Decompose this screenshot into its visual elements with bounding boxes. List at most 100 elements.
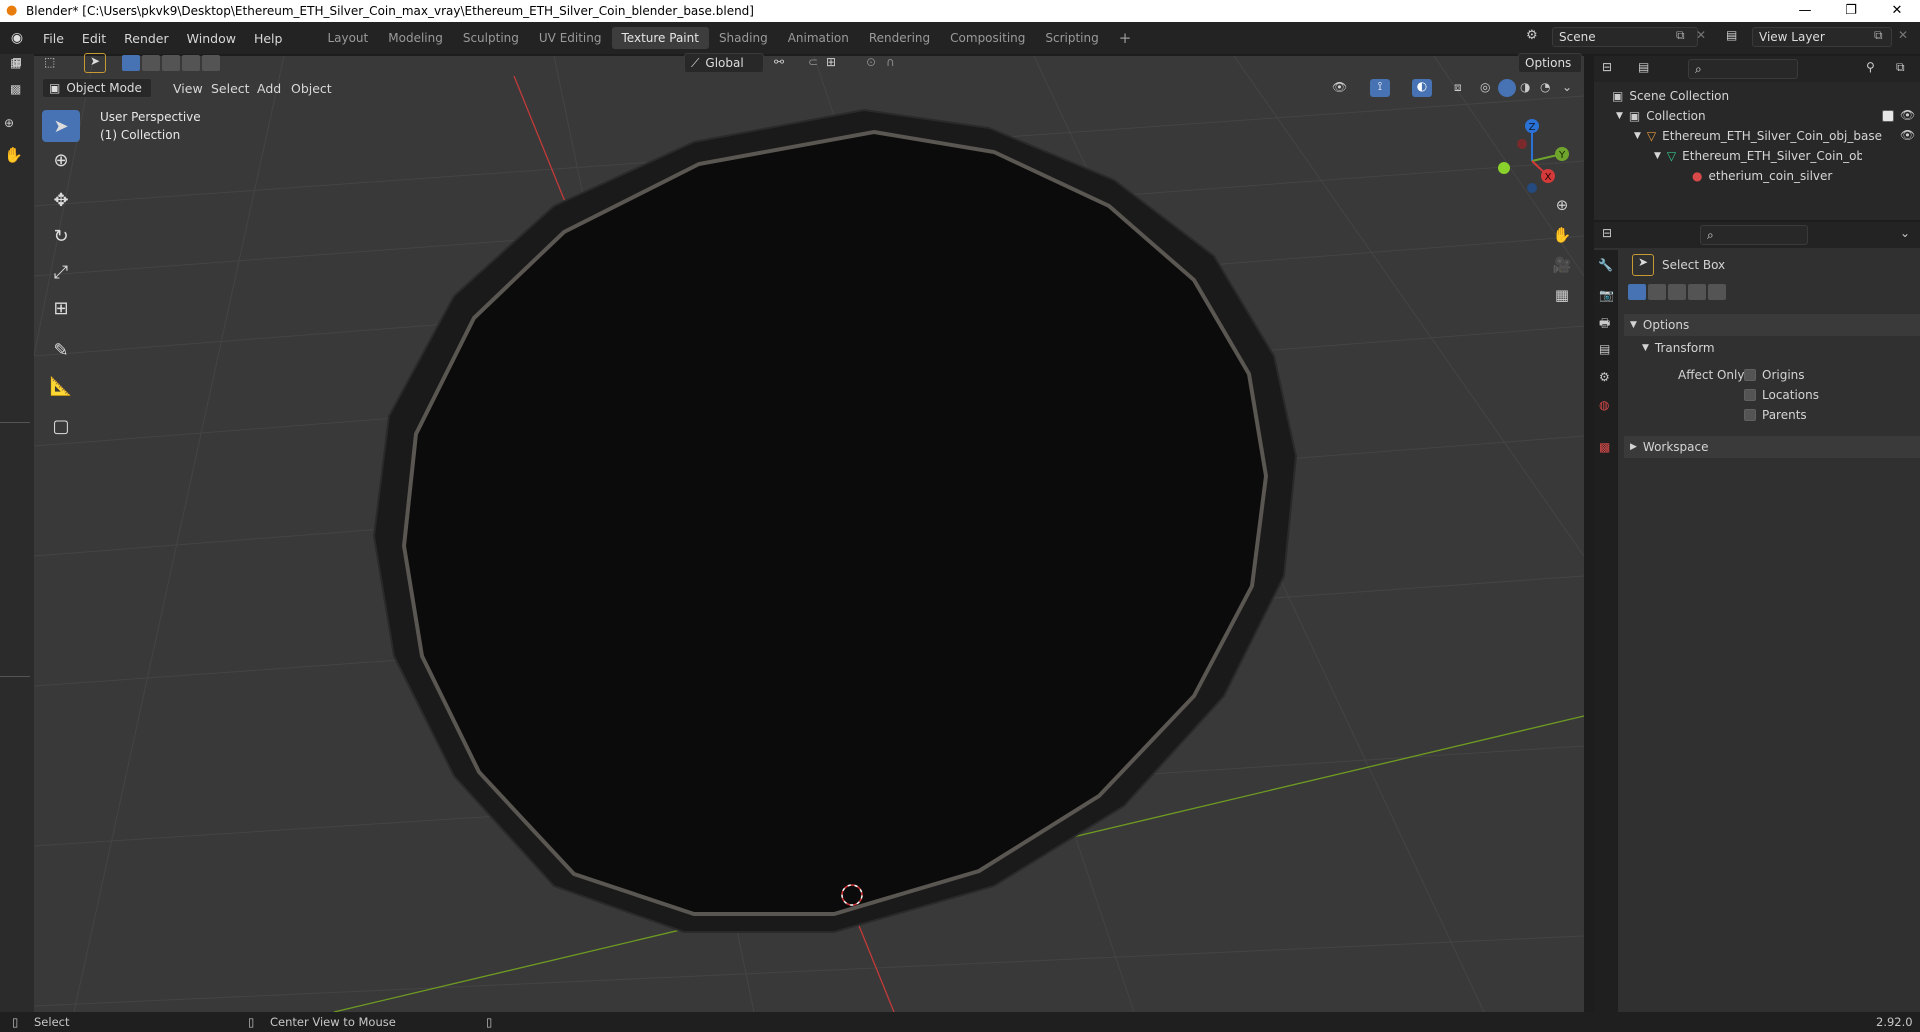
properties-search-input[interactable]: ⌕ [1700,225,1808,245]
add-workspace-button[interactable]: + [1109,25,1142,51]
menu-edit[interactable]: Edit [73,31,115,46]
orientation-dropdown[interactable]: ⟋ Global [684,53,764,73]
snap-icon[interactable]: ⊂ [808,55,818,69]
outliner-display-mode-icon[interactable]: ▤ [1638,60,1649,74]
shading-solid-icon[interactable] [1498,79,1516,97]
render-tab-icon[interactable]: 📷 [1599,288,1614,302]
overlay-toggle-icon[interactable]: ◐ [1412,79,1432,97]
camera-view-icon[interactable]: 🎥 [1549,252,1575,278]
cursor-tool[interactable]: ⊕ [42,144,80,176]
options-dropdown[interactable]: Options [1518,53,1582,73]
options-panel-header[interactable]: ▼ Options [1624,314,1920,336]
object-visibility-icon[interactable]: 👁 [1900,128,1915,142]
tab-animation[interactable]: Animation [778,27,859,49]
origins-checkbox-row[interactable]: Origins [1744,368,1805,382]
falloff-icon[interactable]: ∩ [886,55,895,69]
3d-viewport[interactable]: User Perspective (1) Collection Z Y X ⊕ … [34,56,1584,1012]
annotate-tool[interactable]: ✎ [42,334,80,366]
outliner-row-object[interactable]: ▼ ▽ Ethereum_ETH_Silver_Coin_obj_base 👁 [1594,126,1920,146]
expand-arrow-icon[interactable]: ▼ [1616,111,1623,121]
expand-arrow-icon[interactable]: ▼ [1654,151,1661,161]
zoom-view-icon[interactable]: ⊕ [1549,192,1575,218]
select-box-tool[interactable]: ➤ [42,110,80,142]
collection-visibility-icon[interactable]: 👁 [1900,108,1915,122]
remove-scene-icon[interactable]: ✕ [1696,28,1706,42]
parents-checkbox-row[interactable]: Parents [1744,408,1807,422]
parents-checkbox[interactable] [1744,409,1756,421]
tab-uv-editing[interactable]: UV Editing [529,27,612,49]
filter-icon[interactable]: ⚲ [1866,60,1875,74]
zoom-icon[interactable]: ⊕ [4,116,14,130]
tab-compositing[interactable]: Compositing [940,27,1035,49]
outliner-row-material[interactable]: ● etherium_coin_silver [1594,166,1920,186]
outliner-row-scene-collection[interactable]: ▣ Scene Collection [1594,86,1920,106]
shading-wireframe-icon[interactable]: ◎ [1480,80,1490,94]
measure-tool[interactable]: 📐 [42,370,80,402]
locations-checkbox[interactable] [1744,389,1756,401]
expand-arrow-icon[interactable]: ▼ [1634,131,1641,141]
output-tab-icon[interactable]: 🖶 [1599,314,1610,335]
active-tool-icon[interactable]: ➤ [84,53,106,73]
new-scene-icon[interactable]: ⧉ [1676,28,1685,43]
move-tool[interactable]: ✥ [42,184,80,216]
visibility-icon[interactable]: 👁 [1332,80,1347,94]
tab-shading[interactable]: Shading [709,27,778,49]
pan-view-icon[interactable]: ✋ [1549,222,1575,248]
tool-tab-icon[interactable]: 🔧 [1598,258,1613,272]
origins-checkbox[interactable] [1744,369,1756,381]
view-layer-tab-icon[interactable]: ▤ [1599,342,1610,356]
locations-checkbox-row[interactable]: Locations [1744,388,1819,402]
proportional-edit-icon[interactable]: ⊙ [866,55,876,69]
maximize-button[interactable]: ❐ [1828,0,1874,22]
add-cube-tool[interactable]: ▢ [42,410,80,442]
collection-exclude-checkbox[interactable] [1882,110,1894,122]
minimize-button[interactable]: — [1782,0,1828,22]
scale-tool[interactable]: ⤢ [42,256,80,288]
tab-layout[interactable]: Layout [317,27,378,49]
navigation-gizmo[interactable]: Z Y X [1492,116,1572,196]
mode-dropdown[interactable]: ▣ Object Mode [42,78,152,98]
coin-object[interactable] [372,108,1298,933]
tab-modeling[interactable]: Modeling [378,27,453,49]
outliner-row-mesh[interactable]: ▼ ▽ Ethereum_ETH_Silver_Coin_obj_base [1594,146,1920,166]
outliner-row-collection[interactable]: ▼ ▣ Collection 👁 [1594,106,1920,126]
xray-toggle-icon[interactable]: ⧈ [1454,80,1462,95]
gizmo-toggle-icon[interactable]: ⟟ [1370,79,1390,97]
world-tab-icon[interactable]: ◍ [1599,398,1609,412]
outliner-search-input[interactable]: ⌕ [1688,59,1798,79]
properties-editor-type-icon[interactable]: ⊟ [1602,226,1612,240]
workspace-panel-header[interactable]: ▶ Workspace [1624,436,1920,458]
ortho-grid-icon[interactable]: ▦ [1549,282,1575,308]
editor-type-button[interactable]: ⊞ [12,55,22,69]
pivot-icon[interactable]: ⚯ [774,55,784,69]
shading-material-icon[interactable]: ◑ [1520,80,1530,94]
view-layer-field[interactable]: View Layer [1752,27,1892,47]
tool-select-icon[interactable]: ⬚ [44,55,55,69]
tool-mode-buttons[interactable] [1628,284,1726,300]
menu-help[interactable]: Help [245,31,292,46]
scene-selector-icon[interactable]: ⚙ [1526,28,1538,43]
pan-icon[interactable]: ✋ [4,146,23,164]
new-view-layer-icon[interactable]: ⧉ [1874,28,1883,43]
view-layer-icon[interactable]: ▤ [1726,28,1737,42]
menu-render[interactable]: Render [115,31,178,46]
shading-rendered-icon[interactable]: ◔ [1540,80,1550,94]
shading-dropdown-icon[interactable]: ⌄ [1562,80,1572,94]
blender-menu-icon[interactable]: ◉ [0,30,34,46]
snap-target-icon[interactable]: ⊞ [826,55,836,69]
outliner-editor-type-icon[interactable]: ⊟ [1602,60,1612,74]
scene-tab-icon[interactable]: ⚙ [1599,370,1610,384]
texture-tab-icon[interactable]: ▩ [1599,440,1610,454]
properties-options-icon[interactable]: ⌄ [1900,226,1910,240]
tab-texture-paint[interactable]: Texture Paint [611,27,709,49]
rotate-tool[interactable]: ↻ [42,220,80,252]
transform-tool[interactable]: ⊞ [42,292,80,324]
close-button[interactable]: ✕ [1874,0,1920,22]
tab-rendering[interactable]: Rendering [859,27,940,49]
viewport-menu-object[interactable]: Object [282,81,341,96]
uv-editor-icon[interactable]: ▩ [10,82,21,96]
transform-subpanel-header[interactable]: ▼ Transform [1638,338,1918,358]
remove-view-layer-icon[interactable]: ✕ [1898,28,1908,42]
select-mode-buttons[interactable] [122,55,220,71]
tab-sculpting[interactable]: Sculpting [453,27,529,49]
